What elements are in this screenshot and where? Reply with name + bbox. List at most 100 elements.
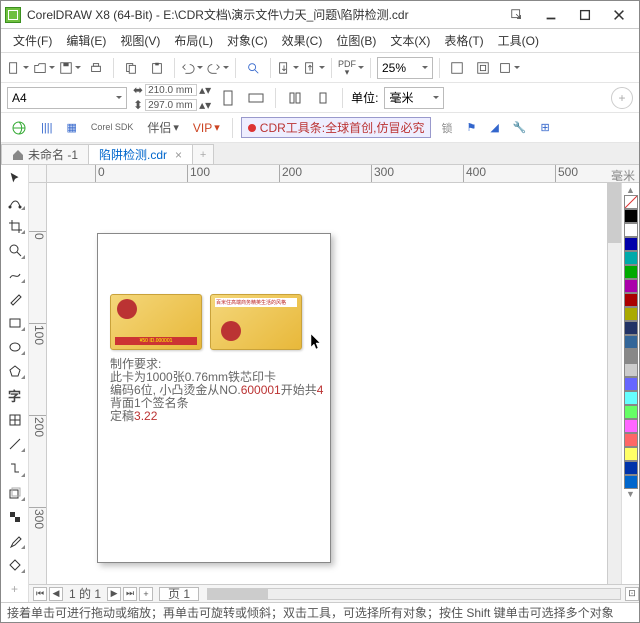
save-button[interactable]: [59, 57, 81, 79]
artistic-media-tool[interactable]: [4, 290, 26, 308]
zoom-combo[interactable]: 25%: [377, 57, 433, 79]
freehand-tool[interactable]: [4, 266, 26, 284]
plugin-corel-sdk[interactable]: Corel SDK: [87, 121, 138, 134]
first-page-button[interactable]: ⏮: [33, 587, 47, 601]
card-back[interactable]: 百米住高端商务精英生活的风格: [210, 294, 302, 350]
plugin-qr-icon[interactable]: ▦: [62, 119, 80, 136]
production-notes[interactable]: 制作要求: 此卡为1000张0.76mm铁芯印卡 编码6位, 小凸烫金从NO.6…: [110, 358, 323, 423]
crop-tool[interactable]: [4, 217, 26, 235]
print-button[interactable]: [85, 57, 107, 79]
plugin-earth-icon[interactable]: [7, 118, 31, 138]
navigator-button[interactable]: ⊡: [625, 587, 639, 601]
plugin-flag-icon[interactable]: ⚑: [462, 119, 480, 136]
plugin-lock[interactable]: 锁: [437, 118, 456, 138]
color-swatch[interactable]: [624, 209, 638, 223]
card-front[interactable]: ¥50 ID.000001: [110, 294, 202, 350]
prev-page-button[interactable]: ◀: [49, 587, 63, 601]
menu-layout[interactable]: 布局(L): [168, 30, 219, 51]
new-button[interactable]: [7, 57, 29, 79]
color-swatch[interactable]: [624, 307, 638, 321]
pick-tool[interactable]: [4, 169, 26, 187]
plugin-barcode-icon[interactable]: ||||: [37, 120, 56, 136]
page-tab[interactable]: 页 1: [159, 587, 199, 601]
color-swatch[interactable]: [624, 447, 638, 461]
dimension-tool[interactable]: [4, 435, 26, 453]
color-swatch[interactable]: [624, 419, 638, 433]
expand-toolbox[interactable]: +: [4, 580, 26, 598]
paper-size-combo[interactable]: A4: [7, 87, 127, 109]
color-swatch[interactable]: [624, 293, 638, 307]
close-button[interactable]: [603, 5, 635, 25]
snapping-button[interactable]: [472, 57, 494, 79]
plugin-companion[interactable]: 伴侣▾: [143, 117, 183, 138]
polygon-tool[interactable]: [4, 362, 26, 380]
color-swatch[interactable]: [624, 391, 638, 405]
open-button[interactable]: [33, 57, 55, 79]
menu-text[interactable]: 文本(X): [384, 30, 436, 51]
color-swatch[interactable]: [624, 363, 638, 377]
import-button[interactable]: [277, 57, 299, 79]
palette-down[interactable]: ▼: [626, 489, 635, 499]
vertical-scrollbar[interactable]: [607, 183, 621, 584]
color-swatch[interactable]: [624, 405, 638, 419]
horizontal-ruler[interactable]: 0 100 200 300 400 500 毫米: [47, 165, 639, 183]
fullscreen-button[interactable]: [446, 57, 468, 79]
unit-combo[interactable]: 毫米: [384, 87, 444, 109]
options-button[interactable]: [498, 57, 520, 79]
export-button[interactable]: [303, 57, 325, 79]
color-swatch[interactable]: [624, 265, 638, 279]
plugin-grid-icon[interactable]: ⊞: [537, 119, 554, 136]
color-swatch[interactable]: [624, 377, 638, 391]
rectangle-tool[interactable]: [4, 314, 26, 332]
tab-untitled[interactable]: 未命名 -1: [1, 144, 89, 164]
drawing-canvas[interactable]: ¥50 ID.000001 百米住高端商务精英生活的风格 制作要求: 此卡为10…: [47, 183, 607, 584]
help-popup-icon[interactable]: [501, 5, 533, 25]
minimize-button[interactable]: [535, 5, 567, 25]
portrait-button[interactable]: [217, 87, 239, 109]
menu-table[interactable]: 表格(T): [438, 30, 489, 51]
color-swatch[interactable]: [624, 237, 638, 251]
vertical-ruler[interactable]: 0 100 200 300: [29, 183, 47, 584]
redo-button[interactable]: [207, 57, 229, 79]
horizontal-scrollbar[interactable]: [207, 588, 621, 600]
publish-pdf-button[interactable]: PDF▾: [338, 57, 364, 79]
effects-tool[interactable]: [4, 484, 26, 502]
plugin-wrench-icon[interactable]: 🔧: [509, 119, 531, 136]
plugin-vip[interactable]: VIP▾: [189, 119, 224, 137]
color-swatch[interactable]: [624, 335, 638, 349]
ellipse-tool[interactable]: [4, 338, 26, 356]
add-page-button[interactable]: +: [139, 587, 153, 601]
next-page-button[interactable]: ▶: [107, 587, 121, 601]
paste-button[interactable]: [146, 57, 168, 79]
color-swatch[interactable]: [624, 321, 638, 335]
swatch-none[interactable]: [624, 195, 638, 209]
color-swatch[interactable]: [624, 223, 638, 237]
menu-effect[interactable]: 效果(C): [276, 30, 329, 51]
transparency-tool[interactable]: [4, 508, 26, 526]
tab-close-icon[interactable]: ×: [175, 148, 182, 162]
color-swatch[interactable]: [624, 475, 638, 489]
menu-view[interactable]: 视图(V): [114, 30, 166, 51]
color-swatch[interactable]: [624, 433, 638, 447]
menu-file[interactable]: 文件(F): [7, 30, 58, 51]
table-tool[interactable]: [4, 411, 26, 429]
page-width-input[interactable]: 210.0 mm: [145, 84, 197, 96]
palette-up[interactable]: ▲: [626, 185, 635, 195]
color-swatch[interactable]: [624, 349, 638, 363]
tab-current[interactable]: 陷阱检测.cdr×: [88, 144, 193, 164]
copy-button[interactable]: [120, 57, 142, 79]
menu-bitmap[interactable]: 位图(B): [330, 30, 382, 51]
ruler-origin[interactable]: [29, 165, 47, 183]
current-page-button[interactable]: [312, 87, 334, 109]
plugin-a-icon[interactable]: ◢: [486, 119, 502, 136]
shape-tool[interactable]: [4, 193, 26, 211]
connector-tool[interactable]: [4, 459, 26, 477]
menu-edit[interactable]: 编辑(E): [60, 30, 112, 51]
menu-tools[interactable]: 工具(O): [492, 30, 545, 51]
fill-tool[interactable]: [4, 556, 26, 574]
add-preset-button[interactable]: +: [611, 87, 633, 109]
last-page-button[interactable]: ⏭: [123, 587, 137, 601]
all-pages-button[interactable]: [284, 87, 306, 109]
new-tab-button[interactable]: +: [192, 144, 214, 164]
text-tool[interactable]: 字: [4, 386, 26, 405]
